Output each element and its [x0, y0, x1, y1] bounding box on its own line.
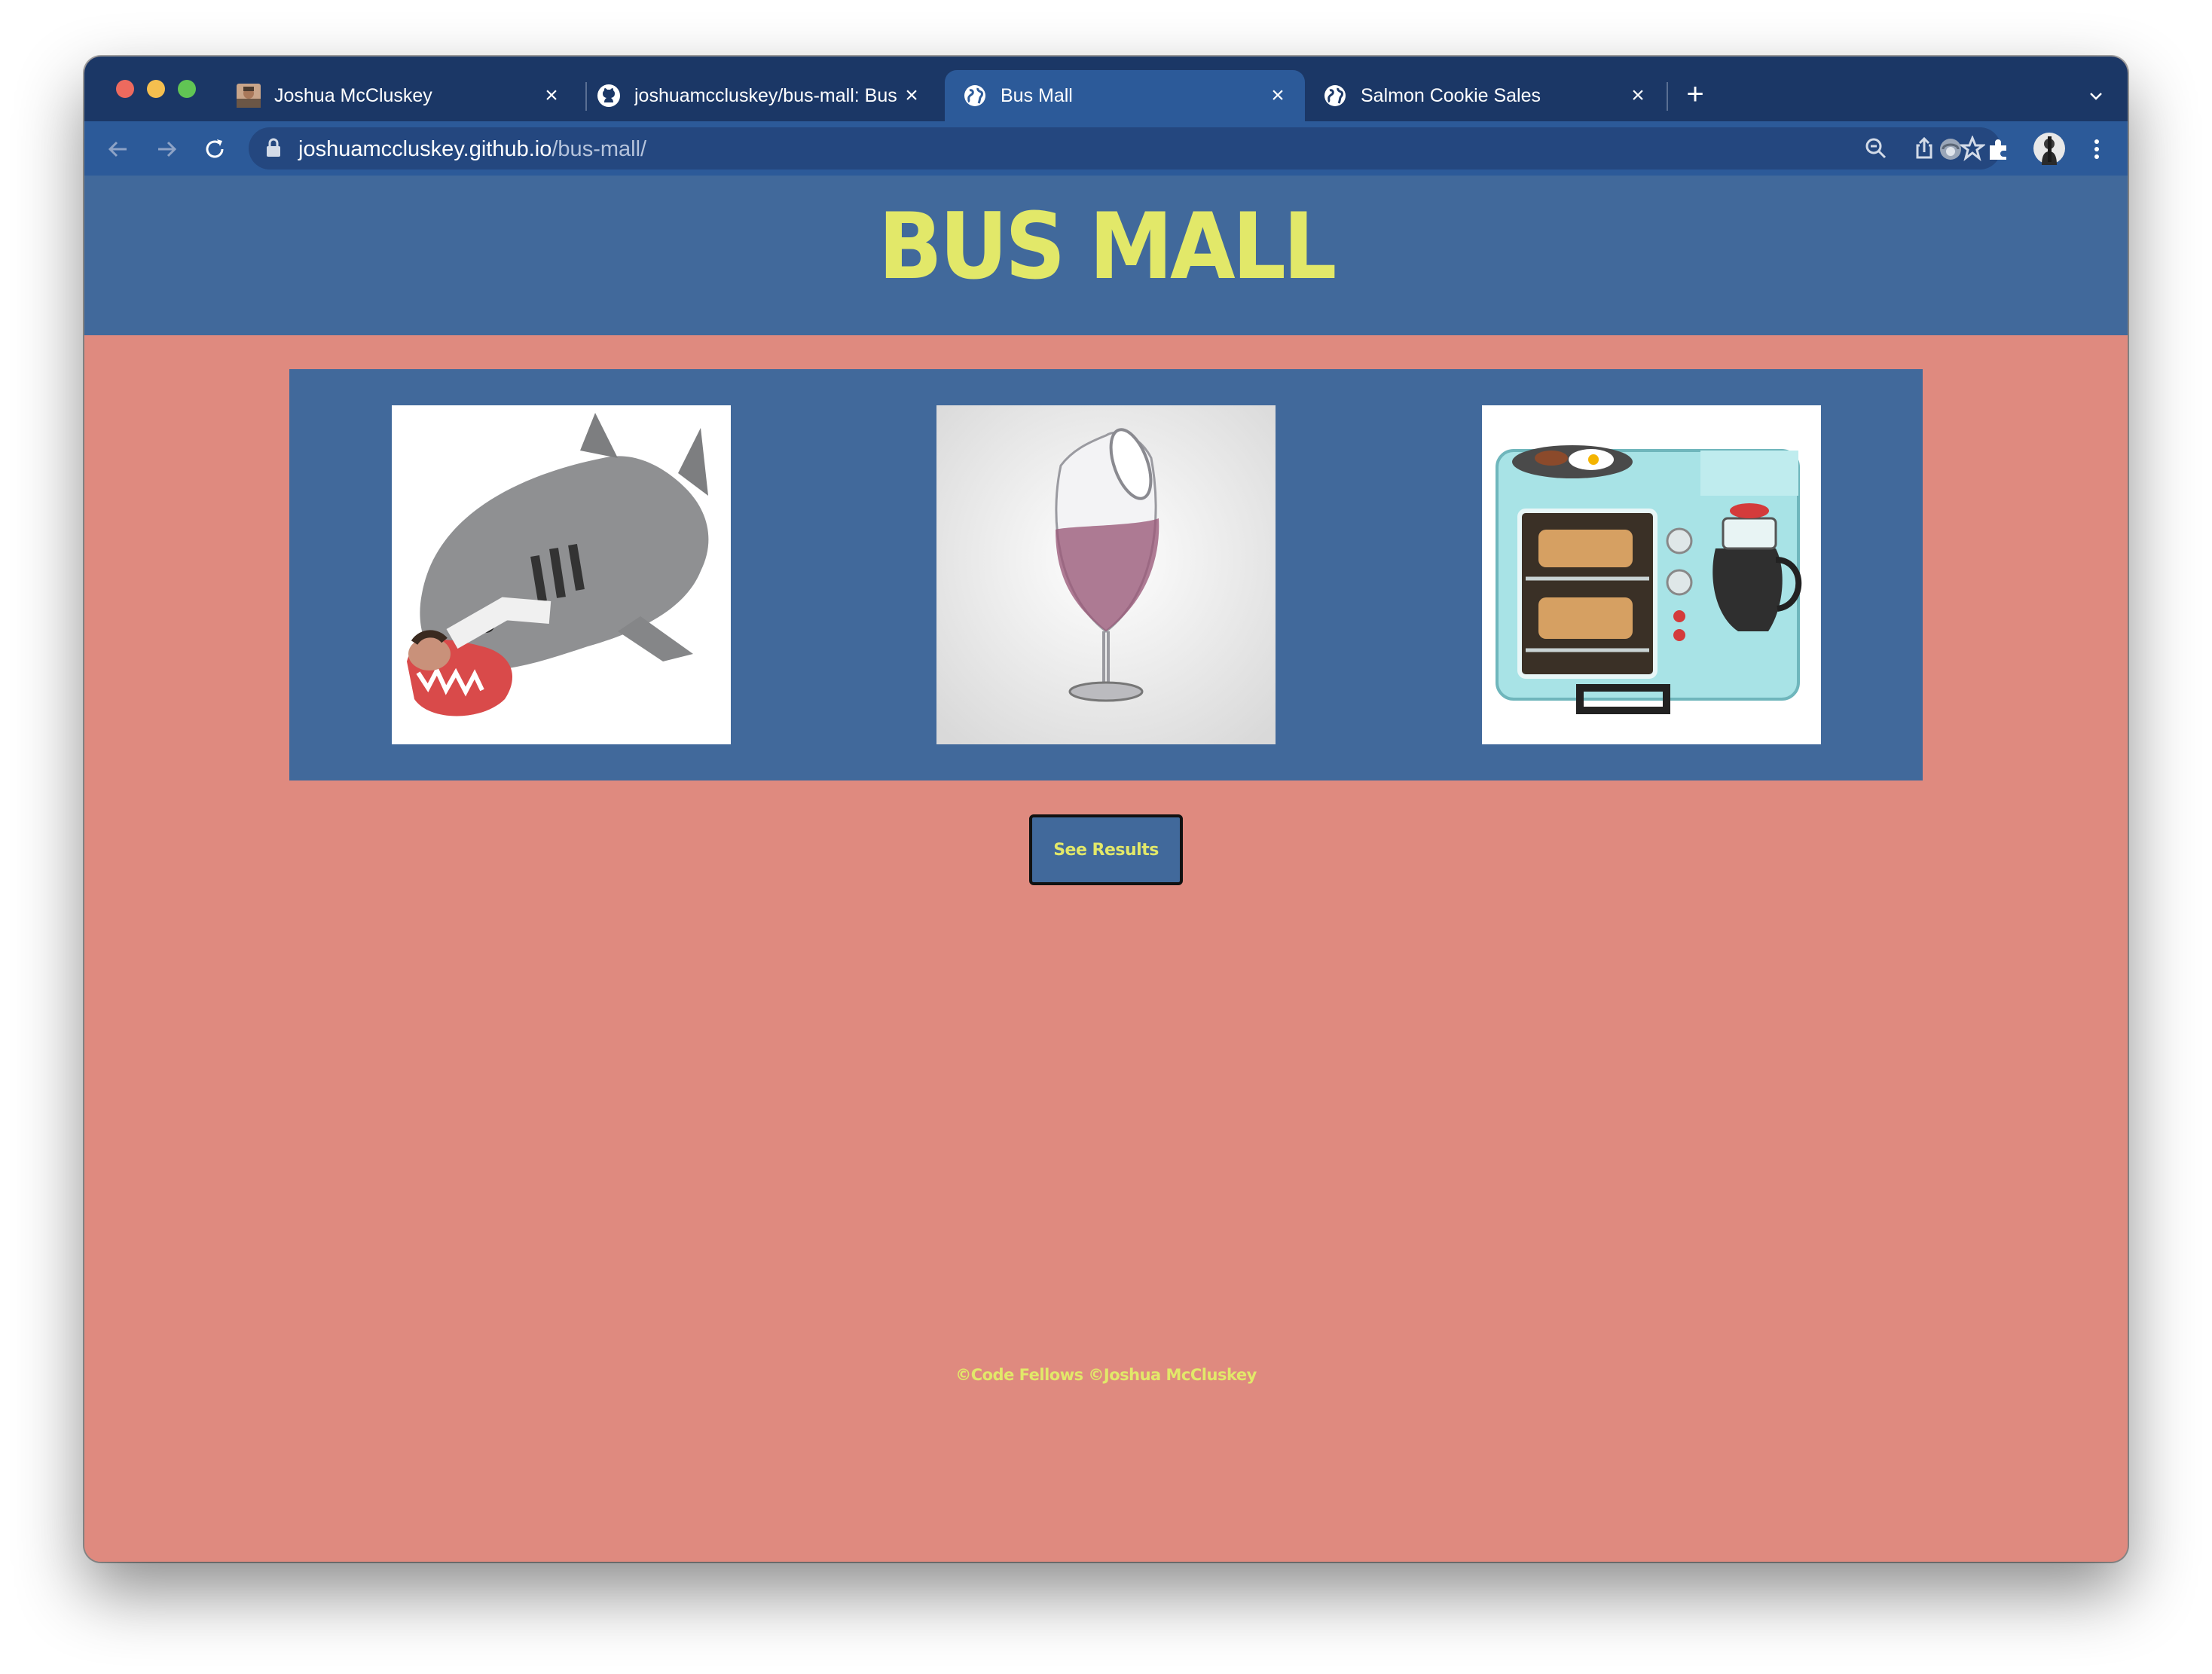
address-bar[interactable]: joshuamccluskey.github.io/bus-mall/ — [249, 127, 2001, 170]
globe-icon — [963, 84, 987, 108]
tab-search-chevron-icon[interactable] — [2081, 81, 2111, 111]
forward-arrow-icon[interactable] — [151, 133, 182, 165]
tab-divider — [1667, 82, 1668, 111]
close-tab-icon[interactable]: × — [900, 83, 924, 108]
extension-shell-icon[interactable] — [1935, 133, 1966, 165]
page-header: BUS MALL — [84, 176, 2128, 335]
tab-label: joshuamccluskey/bus-mall: Bus — [634, 84, 897, 106]
url-text: joshuamccluskey.github.io/bus-mall/ — [298, 137, 646, 162]
tab-label: Bus Mall — [1001, 84, 1073, 106]
avatar-photo-icon — [237, 84, 261, 108]
tab-bus-mall[interactable]: Bus Mall × — [945, 70, 1305, 121]
url-path: /bus-mall/ — [551, 137, 647, 161]
page-content: BUS MALL See Results ©Code Fellows ©Josh… — [84, 176, 2128, 1562]
browser-window: Joshua McCluskey × joshuamccluskey/bus-m… — [84, 57, 2128, 1562]
url-host: joshuamccluskey.github.io — [298, 137, 552, 161]
tab-github-bus-mall[interactable]: joshuamccluskey/bus-mall: Bus × — [579, 70, 939, 121]
tab-strip: Joshua McCluskey × joshuamccluskey/bus-m… — [84, 57, 2128, 121]
minimize-window-button[interactable] — [147, 80, 165, 98]
back-arrow-icon[interactable] — [102, 133, 134, 165]
new-tab-button[interactable]: + — [1679, 78, 1712, 111]
github-icon — [597, 84, 621, 108]
page-title: BUS MALL — [878, 194, 1337, 301]
tab-salmon-cookie-sales[interactable]: Salmon Cookie Sales × — [1305, 70, 1665, 121]
share-icon[interactable] — [1911, 136, 1937, 165]
product-gallery — [289, 369, 1923, 780]
reload-icon[interactable] — [199, 133, 231, 165]
zoom-icon[interactable] — [1863, 136, 1889, 165]
maximize-window-button[interactable] — [178, 80, 196, 98]
page-footer: ©Code Fellows ©Joshua McCluskey — [955, 1366, 1257, 1384]
extensions-puzzle-icon[interactable] — [1983, 133, 2015, 165]
browser-toolbar: joshuamccluskey.github.io/bus-mall/ — [84, 121, 2128, 176]
breakfast-maker-image[interactable] — [1482, 405, 1821, 744]
close-tab-icon[interactable]: × — [1266, 83, 1290, 108]
tab-joshua-mccluskey[interactable]: Joshua McCluskey × — [218, 70, 579, 121]
globe-icon — [1323, 84, 1347, 108]
close-tab-icon[interactable]: × — [1626, 83, 1650, 108]
wine-glass-image[interactable] — [936, 405, 1276, 744]
profile-avatar-icon[interactable] — [2031, 130, 2067, 166]
tab-label: Joshua McCluskey — [274, 84, 432, 106]
see-results-button[interactable]: See Results — [1029, 814, 1183, 885]
lock-icon — [265, 138, 282, 161]
shark-sleeping-bag-image[interactable] — [392, 405, 731, 744]
close-tab-icon[interactable]: × — [539, 83, 564, 108]
tab-label: Salmon Cookie Sales — [1361, 84, 1541, 106]
menu-kebab-icon[interactable] — [2081, 133, 2113, 165]
close-window-button[interactable] — [116, 80, 134, 98]
